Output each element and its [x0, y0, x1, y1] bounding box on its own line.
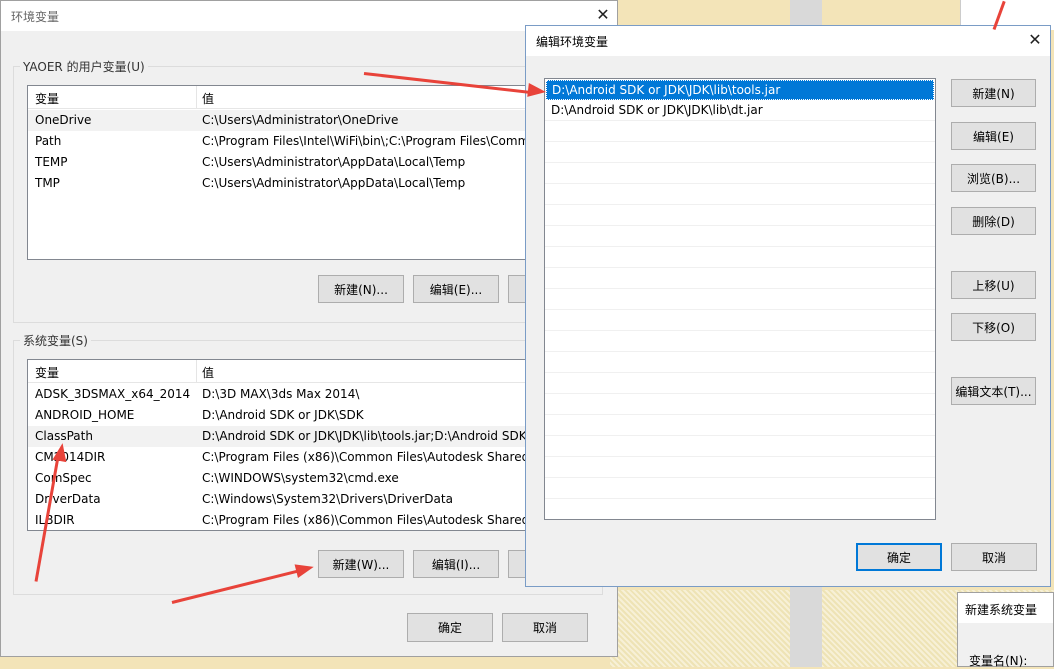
table-row[interactable]: OneDrive C:\Users\Administrator\OneDrive	[28, 110, 586, 131]
edit-text-button[interactable]: 编辑文本(T)...	[951, 377, 1036, 405]
edit-edit-button[interactable]: 编辑(E)	[951, 122, 1036, 150]
table-row[interactable]: TEMP C:\Users\Administrator\AppData\Local…	[28, 152, 586, 173]
edit-move-down-button[interactable]: 下移(O)	[951, 313, 1036, 341]
new-sys-title: 新建系统变量	[965, 603, 1038, 617]
user-new-button[interactable]: 新建(N)...	[318, 275, 404, 303]
edit-move-up-button[interactable]: 上移(U)	[951, 271, 1036, 299]
col-variable-header[interactable]: 变量	[35, 364, 59, 381]
table-row[interactable]: CM2014DIR C:\Program Files (x86)\Common F…	[28, 447, 586, 468]
edit-dialog-titlebar: 编辑环境变量 ✕	[526, 26, 1050, 56]
edit-env-variable-dialog: 编辑环境变量 ✕ D:\Android SDK or JDK\JDK\lib\t…	[525, 25, 1051, 587]
edit-cancel-button[interactable]: 取消	[951, 543, 1037, 571]
table-row[interactable]: ADSK_3DSMAX_x64_2014 D:\3D MAX\3ds Max 20…	[28, 384, 586, 405]
user-edit-button[interactable]: 编辑(E)...	[413, 275, 499, 303]
env-cancel-button[interactable]: 取消	[502, 613, 588, 642]
list-item-selected[interactable]: D:\Android SDK or JDK\JDK\lib\tools.jar	[546, 80, 934, 100]
table-row[interactable]: ANDROID_HOME D:\Android SDK or JDK\SDK	[28, 405, 586, 426]
path-entries-list[interactable]: D:\Android SDK or JDK\JDK\lib\tools.jar …	[544, 78, 936, 520]
table-row[interactable]: DriverData C:\Windows\System32\Drivers\Dr…	[28, 489, 586, 510]
table-row[interactable]: ComSpec C:\WINDOWS\system32\cmd.exe	[28, 468, 586, 489]
edit-new-button[interactable]: 新建(N)	[951, 79, 1036, 107]
new-sys-titlebar: 新建系统变量	[958, 593, 1053, 623]
edit-ok-button[interactable]: 确定	[856, 543, 942, 571]
col-value-header[interactable]: 值	[202, 364, 214, 381]
table-row-selected[interactable]: ClassPath D:\Android SDK or JDK\JDK\lib\t…	[28, 426, 586, 447]
close-icon[interactable]: ✕	[1025, 30, 1045, 50]
user-variables-label: YAOER 的用户变量(U)	[20, 58, 148, 75]
close-icon[interactable]: ✕	[593, 5, 613, 25]
variable-name-label: 变量名(N):	[969, 654, 1028, 668]
env-dialog-title: 环境变量	[11, 10, 60, 24]
env-ok-button[interactable]: 确定	[407, 613, 493, 642]
edit-dialog-title: 编辑环境变量	[536, 35, 609, 49]
list-item[interactable]: D:\Android SDK or JDK\JDK\lib\dt.jar	[546, 101, 934, 121]
edit-delete-button[interactable]: 删除(D)	[951, 207, 1036, 235]
annotation-arrowhead	[527, 83, 547, 99]
table-row[interactable]: TMP C:\Users\Administrator\AppData\Local\…	[28, 173, 586, 194]
col-variable-header[interactable]: 变量	[35, 90, 59, 107]
table-row[interactable]: ILBDIR C:\Program Files (x86)\Common File…	[28, 510, 586, 530]
new-system-variable-dialog: 新建系统变量 变量名(N):	[957, 592, 1054, 668]
system-variables-label: 系统变量(S)	[20, 332, 91, 349]
list-header: 变量 值	[28, 360, 586, 383]
edit-browse-button[interactable]: 浏览(B)...	[951, 164, 1036, 192]
system-new-button[interactable]: 新建(W)...	[318, 550, 404, 578]
table-row[interactable]: Path C:\Program Files\Intel\WiFi\bin\;C:\…	[28, 131, 586, 152]
system-edit-button[interactable]: 编辑(I)...	[413, 550, 499, 578]
user-variables-list[interactable]: 变量 值 OneDrive C:\Users\Administrator\OneD…	[27, 85, 587, 260]
col-value-header[interactable]: 值	[202, 90, 214, 107]
system-variables-list[interactable]: 变量 值 ADSK_3DSMAX_x64_2014 D:\3D MAX\3ds M…	[27, 359, 587, 531]
